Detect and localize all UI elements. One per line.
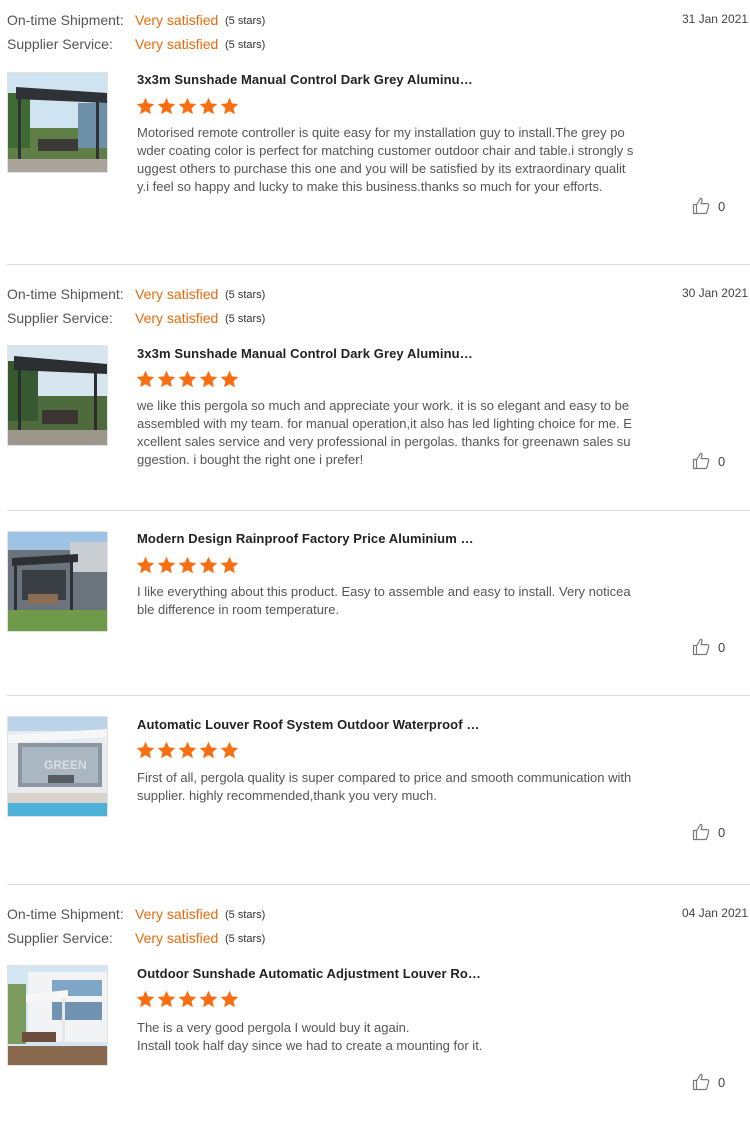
like-button[interactable]: 0 xyxy=(692,452,732,470)
product-title-link[interactable]: Modern Design Rainproof Factory Price Al… xyxy=(137,531,482,546)
star-rating xyxy=(136,370,239,390)
rating-label: Supplier Service: xyxy=(7,36,113,52)
product-title-link[interactable]: Automatic Louver Roof System Outdoor Wat… xyxy=(137,717,482,732)
like-count: 0 xyxy=(718,453,726,469)
rating-label: On-time Shipment: xyxy=(7,286,124,302)
star-rating xyxy=(136,990,239,1010)
rating-label: On-time Shipment: xyxy=(7,906,124,922)
rating-value: Very satisfied xyxy=(135,906,219,922)
star-icon xyxy=(157,556,176,575)
review-date: 30 Jan 2021 xyxy=(681,286,748,300)
rating-label: On-time Shipment: xyxy=(7,12,124,28)
thumbs-up-icon xyxy=(692,452,710,470)
product-title-link[interactable]: 3x3m Sunshade Manual Control Dark Grey A… xyxy=(137,346,482,361)
review-comment: First of all, pergola quality is super c… xyxy=(137,770,632,803)
review-date: 31 Jan 2021 xyxy=(681,12,748,26)
star-icon xyxy=(199,990,218,1009)
thumbs-up-icon xyxy=(692,1073,710,1091)
star-icon xyxy=(199,741,218,760)
star-icon xyxy=(136,370,155,389)
star-icon xyxy=(136,990,155,1009)
rating-stars-count: (5 stars) xyxy=(225,289,266,301)
star-icon xyxy=(157,990,176,1009)
like-count: 0 xyxy=(718,824,726,840)
rating-value: Very satisfied xyxy=(135,286,219,302)
divider xyxy=(7,884,750,885)
star-icon xyxy=(199,370,218,389)
rating-value: Very satisfied xyxy=(135,36,219,52)
product-thumbnail[interactable]: GREEN xyxy=(7,716,108,817)
rating-value: Very satisfied xyxy=(135,930,219,946)
star-icon xyxy=(178,741,197,760)
star-icon xyxy=(199,556,218,575)
review-comment: I like everything about this product. Ea… xyxy=(137,584,631,617)
star-icon xyxy=(157,370,176,389)
rating-stars-count: (5 stars) xyxy=(225,313,266,325)
product-title-link[interactable]: 3x3m Sunshade Manual Control Dark Grey A… xyxy=(137,72,482,87)
rating-label: Supplier Service: xyxy=(7,310,113,326)
product-thumbnail[interactable] xyxy=(7,72,108,173)
star-icon xyxy=(199,97,218,116)
divider xyxy=(7,264,750,265)
rating-value: Very satisfied xyxy=(135,12,219,28)
review-comment: The is a very good pergola I would buy i… xyxy=(137,1020,483,1053)
divider xyxy=(7,695,750,696)
star-icon xyxy=(220,990,239,1009)
star-icon xyxy=(220,97,239,116)
star-icon xyxy=(220,556,239,575)
product-thumbnail[interactable] xyxy=(7,965,108,1066)
like-button[interactable]: 0 xyxy=(692,197,732,215)
star-icon xyxy=(136,97,155,116)
rating-label: Supplier Service: xyxy=(7,930,113,946)
product-thumbnail[interactable] xyxy=(7,345,108,446)
review-date: 04 Jan 2021 xyxy=(681,906,748,920)
like-button[interactable]: 0 xyxy=(692,638,732,656)
star-icon xyxy=(157,97,176,116)
star-rating xyxy=(136,741,239,761)
star-rating xyxy=(136,556,239,576)
star-icon xyxy=(178,990,197,1009)
thumbs-up-icon xyxy=(692,638,710,656)
star-icon xyxy=(220,370,239,389)
rating-value: Very satisfied xyxy=(135,310,219,326)
product-thumbnail[interactable] xyxy=(7,531,108,632)
thumbs-up-icon xyxy=(692,823,710,841)
rating-stars-count: (5 stars) xyxy=(225,39,266,51)
like-button[interactable]: 0 xyxy=(692,1073,732,1091)
star-icon xyxy=(220,741,239,760)
rating-stars-count: (5 stars) xyxy=(225,909,266,921)
star-icon xyxy=(136,741,155,760)
star-icon xyxy=(136,556,155,575)
star-icon xyxy=(178,370,197,389)
star-icon xyxy=(157,741,176,760)
like-count: 0 xyxy=(718,1074,726,1090)
product-title-link[interactable]: Outdoor Sunshade Automatic Adjustment Lo… xyxy=(137,966,482,981)
star-icon xyxy=(178,97,197,116)
divider xyxy=(7,510,750,511)
like-count: 0 xyxy=(718,198,726,214)
star-icon xyxy=(178,556,197,575)
like-button[interactable]: 0 xyxy=(692,823,732,841)
review-comment: Motorised remote controller is quite eas… xyxy=(137,125,634,194)
star-rating xyxy=(136,97,239,117)
thumbs-up-icon xyxy=(692,197,710,215)
rating-stars-count: (5 stars) xyxy=(225,933,266,945)
rating-stars-count: (5 stars) xyxy=(225,15,266,27)
image-watermark: GREEN xyxy=(44,758,87,772)
review-comment: we like this pergola so much and appreci… xyxy=(137,398,632,467)
like-count: 0 xyxy=(718,639,726,655)
